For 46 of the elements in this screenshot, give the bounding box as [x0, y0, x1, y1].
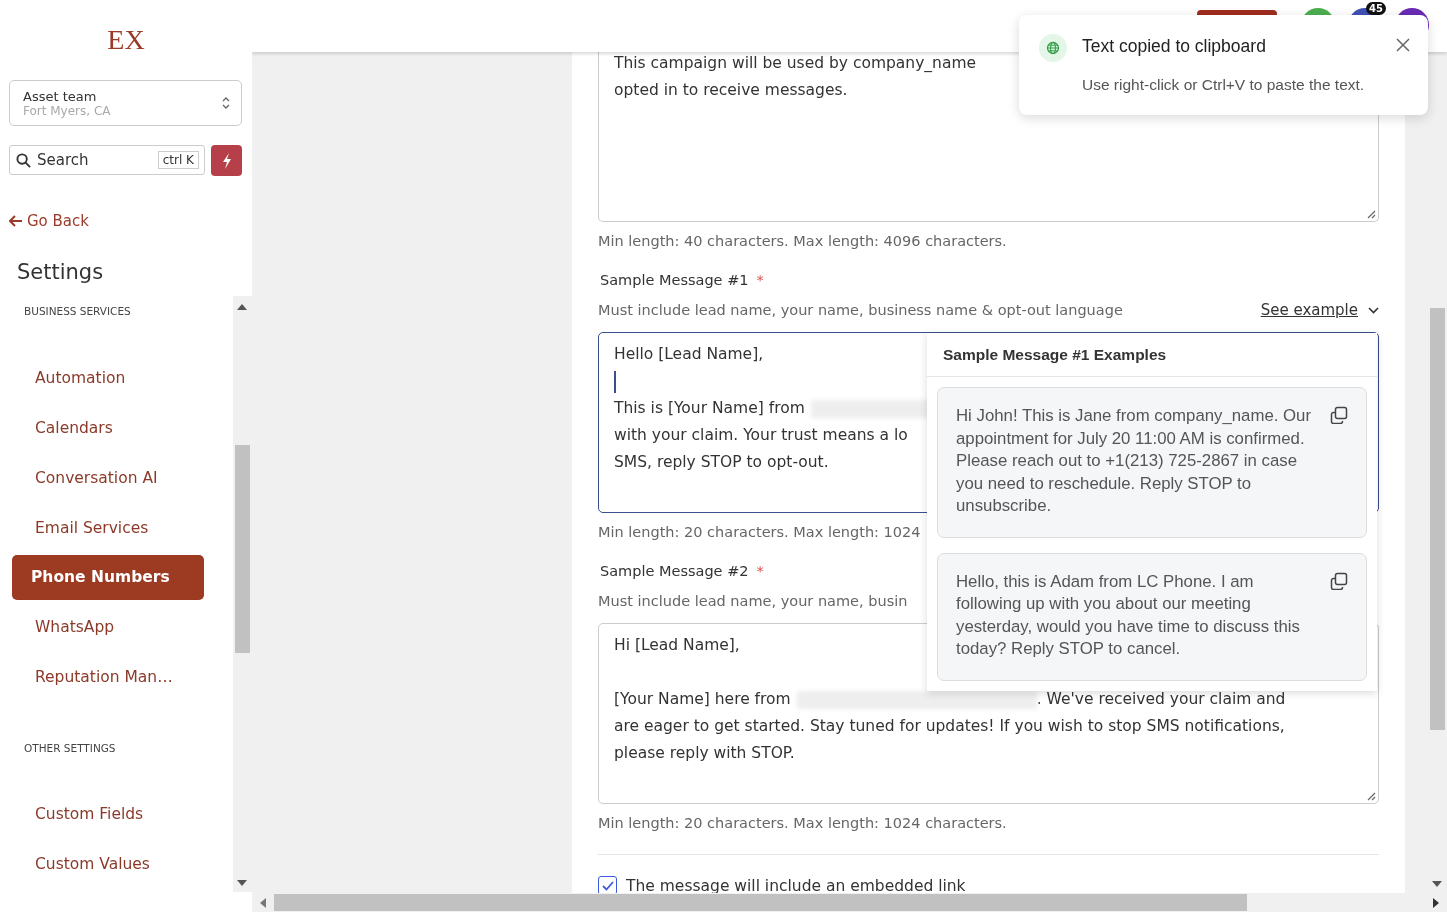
nav-item[interactable]: Reputation Man… [12, 654, 204, 700]
nav-item[interactable]: Calendars [12, 405, 204, 451]
example-text: Hi John! This is Jane from company_name. Our appointment for July 20 11:00 AM is confirmed. Please reach out to +1(213) 725-2867 in case you need to reschedule. Reply STOP to unsubscribe. [956, 405, 1313, 517]
field-text: . We've received your claim and [1036, 689, 1286, 710]
location-name: Asset team [23, 88, 98, 104]
nav-item[interactable]: Email Services [12, 505, 204, 550]
location-address: Fort Myers, CA [23, 103, 112, 118]
field-label: Sample Message #1 [600, 271, 749, 290]
toast-message: Use right-click or Ctrl+V to paste the text. [1082, 76, 1366, 94]
search-field[interactable]: Search ctrl K [9, 145, 205, 175]
required-asterisk: * [756, 271, 764, 290]
section-heading: OTHER SETTINGS [24, 741, 117, 756]
field-text: with your claim. Your trust means a lo [614, 425, 908, 446]
settings-heading: Settings [17, 260, 105, 284]
search-placeholder: Search [37, 151, 89, 169]
field-text: This campaign will be used by company_name [614, 53, 977, 74]
nav-item[interactable]: WhatsApp [12, 604, 204, 650]
nav-item[interactable]: Phone Numbers [12, 555, 204, 600]
field-text: SMS, reply STOP to opt-out. [614, 452, 829, 473]
nav-item[interactable]: Conversation AI [12, 455, 204, 500]
field-text: Hi [Lead Name], [614, 635, 740, 656]
nav-item[interactable]: Automation [12, 355, 204, 401]
popover-title: Sample Message #1 Examples [927, 333, 1377, 377]
logo: EX [107, 24, 145, 56]
see-example-link[interactable]: See example [1260, 300, 1358, 320]
section-heading: BUSINESS SERVICES [24, 305, 132, 319]
location-switcher[interactable]: Asset team Fort Myers, CA [9, 80, 242, 126]
shortcut-hint: ctrl K [157, 151, 199, 169]
field-text: [Your Name] here from [614, 689, 791, 710]
field-text: are eager to get started. Stay tuned for updates! If you wish to stop SMS notifications, [614, 716, 1285, 737]
length-hint: Min length: 20 characters. Max length: 1024 characters. [598, 814, 1008, 833]
field-text: opted in to receive messages. [614, 80, 848, 101]
length-hint: Min length: 40 characters. Max length: 4096 characters. [598, 232, 1008, 251]
field-text: This is [Your Name] from [614, 398, 805, 419]
required-asterisk: * [756, 562, 764, 581]
go-back-link[interactable]: Go Back [9, 212, 89, 230]
field-text: please reply with STOP. [614, 743, 795, 764]
notification-badge: 45 [1366, 2, 1386, 15]
nav-item[interactable]: Custom Fields [12, 792, 204, 837]
field-help: Must include lead name, your name, business name & opt-out language [598, 301, 1123, 320]
nav-item[interactable]: Custom Values [12, 841, 204, 887]
field-label: Sample Message #2 [600, 562, 749, 581]
length-hint: Min length: 20 characters. Max length: 1024 [598, 523, 922, 542]
field-text: Hello [Lead Name], [614, 344, 764, 365]
field-help: Must include lead name, your name, busin [598, 592, 908, 611]
checkbox-label: The message will include an embedded link [626, 876, 966, 893]
